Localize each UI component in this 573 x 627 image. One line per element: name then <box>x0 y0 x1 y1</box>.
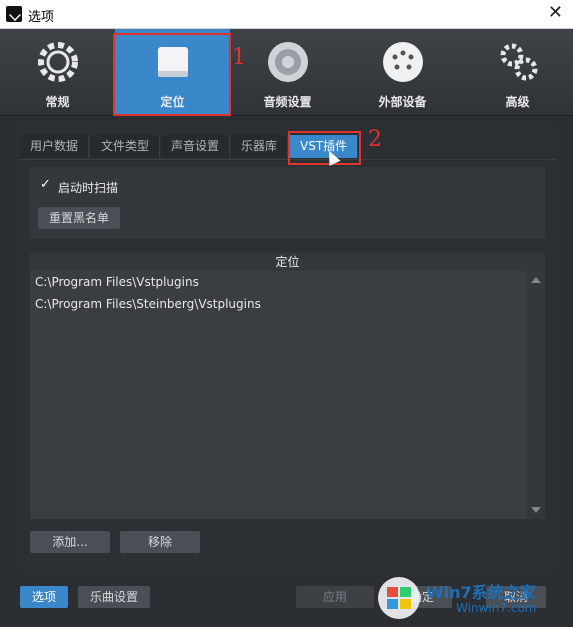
list-item[interactable]: C:\Program Files\Vstplugins <box>35 275 199 289</box>
tab-file-types[interactable]: 文件类型 <box>91 135 161 158</box>
category-general[interactable]: 常规 <box>0 29 115 115</box>
locations-header: 定位 <box>30 253 545 271</box>
category-label: 常规 <box>45 95 70 109</box>
app-icon <box>6 6 22 22</box>
scroll-down-icon[interactable] <box>531 507 541 513</box>
category-label: 外部设备 <box>378 95 427 109</box>
locations-list[interactable]: C:\Program Files\Vstplugins C:\Program F… <box>30 271 526 519</box>
annotation-number: 2 <box>368 127 382 152</box>
category-bar: 常规 定位 音频设置 外部设备 高级 1 <box>0 29 573 116</box>
scroll-up-icon[interactable] <box>531 277 541 283</box>
highlight-box <box>288 131 361 165</box>
scan-panel: ✓ 启动时扫描 重置黑名单 <box>30 167 545 239</box>
main-panel: 用户数据 文件类型 声音设置 乐器库 VST插件 2 ✓ 启动时扫描 重置黑名单… <box>18 125 557 570</box>
locations-scrollbar[interactable] <box>526 271 545 519</box>
reset-blacklist-button[interactable]: 重置黑名单 <box>38 207 120 229</box>
scan-on-startup-checkbox[interactable]: ✓ <box>40 178 52 191</box>
category-external-devices[interactable]: 外部设备 <box>345 29 460 115</box>
tab-instrument-library[interactable]: 乐器库 <box>231 135 289 158</box>
category-audio-setup[interactable]: 音频设置 <box>230 29 345 115</box>
watermark: Win7系统之家 Winwin7.com <box>376 575 566 621</box>
close-button[interactable]: ✕ <box>548 2 563 23</box>
gear-cycle-icon <box>37 42 78 82</box>
watermark-brand: Win7系统之家 <box>426 583 536 602</box>
remove-location-button[interactable]: 移除 <box>120 531 200 553</box>
gears-icon <box>500 43 537 81</box>
annotation-number: 1 <box>232 45 246 70</box>
song-settings-button[interactable]: 乐曲设置 <box>78 586 150 608</box>
apply-button[interactable]: 应用 <box>296 586 374 608</box>
tab-sound-settings[interactable]: 声音设置 <box>161 135 231 158</box>
category-label: 音频设置 <box>263 95 312 109</box>
list-item[interactable]: C:\Program Files\Steinberg\Vstplugins <box>35 297 261 311</box>
window-title: 选项 <box>28 10 55 25</box>
options-button[interactable]: 选项 <box>20 586 68 608</box>
title-bar: 选项 ✕ <box>0 0 573 29</box>
tab-user-data[interactable]: 用户数据 <box>20 135 90 158</box>
add-location-button[interactable]: 添加... <box>30 531 110 553</box>
watermark-url: Winwin7.com <box>456 601 537 615</box>
speaker-icon <box>267 42 308 82</box>
category-advanced[interactable]: 高级 <box>460 29 573 115</box>
highlight-box <box>113 33 231 116</box>
windows-logo-icon <box>378 577 420 619</box>
category-label: 高级 <box>505 95 530 109</box>
socket-icon <box>382 42 423 82</box>
scan-on-startup-label: 启动时扫描 <box>58 181 119 195</box>
